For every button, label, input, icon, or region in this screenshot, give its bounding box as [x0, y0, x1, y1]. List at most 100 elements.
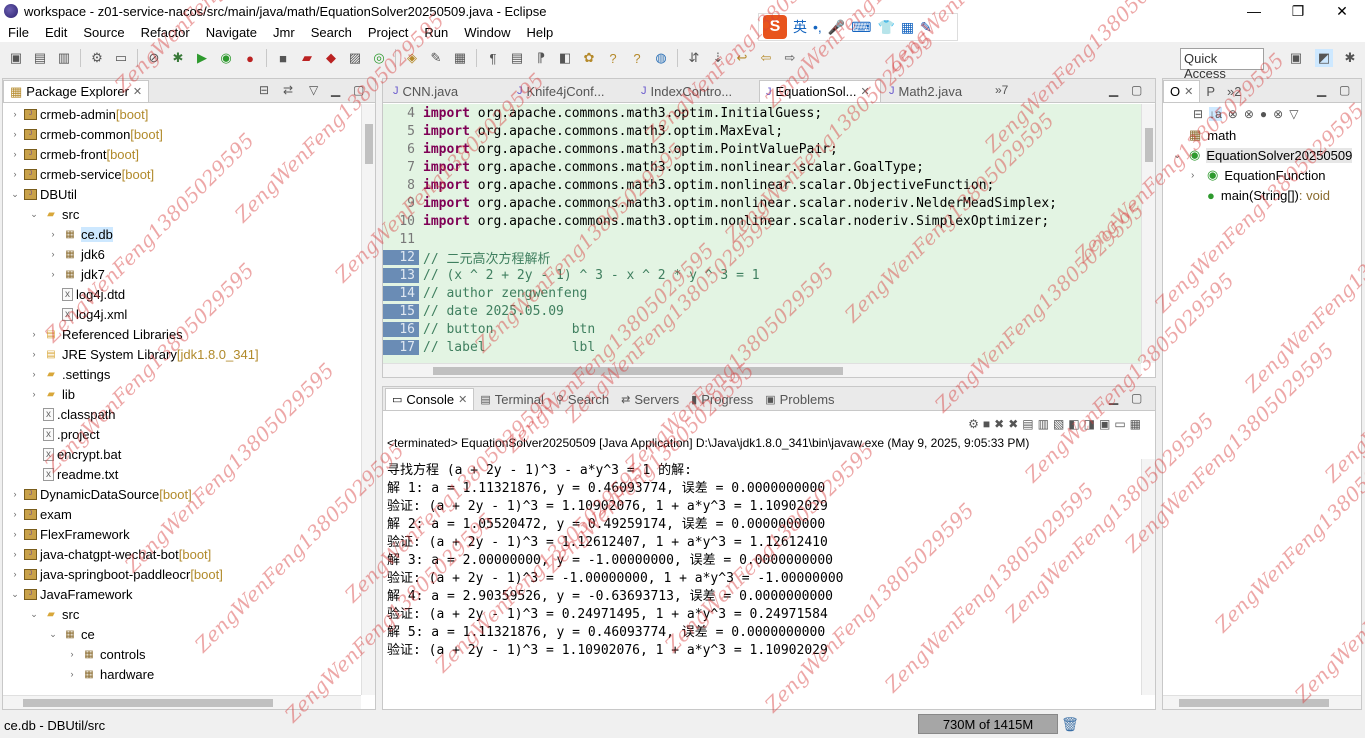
close-tab-icon[interactable]: ✕: [133, 85, 142, 98]
package-explorer-vscroll[interactable]: [361, 104, 375, 695]
tree-item[interactable]: ⌄ ▦ ce: [3, 624, 361, 644]
garbage-collect-icon[interactable]: 🗑: [1061, 715, 1079, 733]
editor-overflow[interactable]: »7: [995, 83, 1008, 97]
show-whitespace-icon[interactable]: ⁋: [532, 49, 550, 67]
code-line[interactable]: 5 import org.apache.commons.math3.optim.M…: [383, 122, 1141, 140]
bug-icon[interactable]: ✿: [580, 49, 598, 67]
run-icon[interactable]: ▶: [193, 49, 211, 67]
external-tools-icon[interactable]: ●: [241, 49, 259, 67]
collapse-arrow-icon[interactable]: ›: [28, 349, 40, 359]
new-console-icon[interactable]: ▦: [1130, 417, 1141, 431]
collapse-arrow-icon[interactable]: ›: [47, 249, 59, 259]
collapse-arrow-icon[interactable]: ›: [28, 329, 40, 339]
menu-search[interactable]: Search: [303, 25, 360, 40]
editor-hscroll[interactable]: [383, 363, 1141, 377]
console-tab[interactable]: ⚲ Search: [550, 388, 615, 410]
code-line[interactable]: 8 import org.apache.commons.math3.optim.n…: [383, 176, 1141, 194]
tree-item[interactable]: ⌄ ▰ src: [3, 204, 361, 224]
tree-item[interactable]: › Jcrmeb-common [boot]: [3, 124, 361, 144]
code-line[interactable]: 12// 二元高次方程解析: [383, 248, 1141, 267]
open-type-icon[interactable]: ◈: [403, 49, 421, 67]
console-output[interactable]: 寻找方程 (a + 2y - 1)^3 - a*y^3 = 1 的解: 解 1: …: [383, 459, 1141, 695]
close-window-button[interactable]: ✕: [1320, 0, 1364, 22]
tree-item[interactable]: › Jjava-chatgpt-wechat-bot [boot]: [3, 544, 361, 564]
collapse-outline-icon[interactable]: ⊟: [1193, 107, 1203, 121]
forward-icon[interactable]: ⇨: [781, 49, 799, 67]
debug-icon[interactable]: ✱: [169, 49, 187, 67]
tree-item[interactable]: › ▰ lib: [3, 384, 361, 404]
collapse-arrow-icon[interactable]: ›: [66, 649, 78, 659]
save-icon[interactable]: ▤: [31, 49, 49, 67]
show-on-error-icon[interactable]: ◨: [1084, 417, 1095, 431]
prev-annotation-icon[interactable]: ⇣: [709, 49, 727, 67]
sogou-logo-icon[interactable]: S: [763, 15, 787, 39]
console-tab[interactable]: ▣ Problems: [759, 388, 840, 410]
toggle-mark-icon[interactable]: ¶: [484, 49, 502, 67]
code-line[interactable]: 14// author zengwenfeng: [383, 284, 1141, 302]
scroll-thumb[interactable]: [365, 124, 373, 164]
keyboard-icon[interactable]: ⌨: [851, 19, 871, 36]
close-tab-icon[interactable]: ✕: [458, 393, 467, 406]
tab-outline[interactable]: O ✕: [1163, 80, 1201, 102]
collapse-all-icon[interactable]: ⊟: [259, 83, 269, 97]
ime-language-toggle[interactable]: 英: [793, 17, 807, 37]
skip-breakpoints-icon[interactable]: ⊘: [145, 49, 163, 67]
collapse-arrow-icon[interactable]: ›: [9, 529, 21, 539]
menu-jmr[interactable]: Jmr: [265, 25, 303, 40]
editor-tab[interactable]: J IndexContro...: [635, 80, 757, 102]
outline-hscroll[interactable]: [1163, 695, 1361, 709]
code-line[interactable]: 6 import org.apache.commons.math3.optim.P…: [383, 140, 1141, 158]
collapse-arrow-icon[interactable]: ›: [47, 269, 59, 279]
tab-package-explorer[interactable]: ▦ Package Explorer ✕: [3, 80, 150, 102]
editor-tab[interactable]: J EquationSol... ✕: [759, 80, 881, 102]
open-console-icon[interactable]: ▣: [1099, 417, 1110, 431]
outline-item[interactable]: ⌄ ◉ EquationSolver20250509: [1163, 145, 1361, 165]
help-icon[interactable]: ?: [604, 49, 622, 67]
maximize-editor-icon[interactable]: ▢: [1131, 83, 1142, 97]
outline-view-menu-icon[interactable]: ▽: [1289, 107, 1298, 121]
display-console-icon[interactable]: ▭: [1114, 417, 1125, 431]
tree-item[interactable]: › J FlexFramework: [3, 524, 361, 544]
collapse-arrow-icon[interactable]: ›: [47, 229, 59, 239]
tree-item[interactable]: › Jcrmeb-admin [boot]: [3, 104, 361, 124]
debug-settings-icon[interactable]: ⚙: [88, 49, 106, 67]
link-with-editor-icon[interactable]: ⇄: [283, 83, 293, 97]
view-menu-icon[interactable]: ▽: [309, 83, 318, 97]
tree-item[interactable]: › Jcrmeb-service [boot]: [3, 164, 361, 184]
last-edit-icon[interactable]: ↩: [733, 49, 751, 67]
new-icon[interactable]: ▣: [7, 49, 25, 67]
punctuation-icon[interactable]: •,: [813, 19, 822, 35]
tab-properties[interactable]: P: [1200, 80, 1221, 102]
tree-item[interactable]: › ▦ hardware: [3, 664, 361, 684]
code-line[interactable]: 4 import org.apache.commons.math3.optim.I…: [383, 104, 1141, 122]
collapse-arrow-icon[interactable]: ›: [28, 369, 40, 379]
tree-item[interactable]: › ▤ JRE System Library [jdk1.8.0_341]: [3, 344, 361, 364]
close-tab-icon[interactable]: ✕: [860, 85, 869, 98]
collapse-arrow-icon[interactable]: ›: [9, 569, 21, 579]
disconnect-icon[interactable]: ▰: [298, 49, 316, 67]
maximize-outline-icon[interactable]: ▢: [1339, 83, 1350, 97]
globe-icon[interactable]: ◍: [652, 49, 670, 67]
code-line[interactable]: 17// label lbl: [383, 338, 1141, 356]
maximize-panel-icon[interactable]: ▢: [353, 83, 364, 97]
editor-tab[interactable]: J Knife4jConf...: [511, 80, 633, 102]
tree-item[interactable]: › J DynamicDataSource [boot]: [3, 484, 361, 504]
editor-vscroll[interactable]: [1141, 104, 1155, 363]
terminate-icon[interactable]: ■: [983, 417, 990, 431]
expand-arrow-icon[interactable]: ⌄: [28, 209, 40, 220]
scroll-lock-icon[interactable]: ▥: [1038, 417, 1049, 431]
clear-console-icon[interactable]: ▤: [1022, 417, 1033, 431]
scroll-thumb[interactable]: [1179, 699, 1329, 707]
editor-tab[interactable]: J Math2.java: [883, 80, 1005, 102]
tree-item[interactable]: ⌄ ▰ src: [3, 604, 361, 624]
code-line[interactable]: 15// date 2025.05.09: [383, 302, 1141, 320]
collapse-arrow-icon[interactable]: ›: [9, 489, 21, 499]
code-line[interactable]: 13// (x ^ 2 + 2y - 1) ^ 3 - x ^ 2 * y ^ …: [383, 266, 1141, 284]
open-task-icon[interactable]: ▦: [451, 49, 469, 67]
block-selection-icon[interactable]: ▤: [508, 49, 526, 67]
menu-refactor[interactable]: Refactor: [133, 25, 198, 40]
tree-item[interactable]: ⌄ J JavaFramework: [3, 584, 361, 604]
expand-arrow-icon[interactable]: ⌄: [47, 629, 59, 640]
tab-overflow[interactable]: »2: [1221, 80, 1247, 102]
microphone-icon[interactable]: 🎤: [828, 19, 845, 36]
